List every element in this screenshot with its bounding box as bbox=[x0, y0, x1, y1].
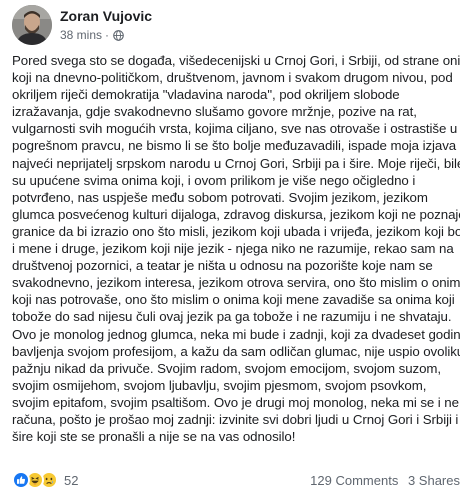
post-text-line: i mene i druge, jezikom koji nije jezik … bbox=[12, 241, 454, 257]
post-text-line: svojim osmijehom, svojom ljubavlju, svoj… bbox=[12, 377, 427, 393]
avatar-photo bbox=[12, 5, 52, 45]
post-stats: 129 Comments 3 Shares bbox=[304, 473, 460, 488]
post-text-line: okriljem riječi demokratija "vladavina n… bbox=[12, 87, 400, 103]
post-text-line: svojim epitafom, svojim psaltišom. Ovo j… bbox=[12, 394, 459, 410]
post-text-line: pogrešnom pravcu, ne bismo li se što bol… bbox=[12, 138, 457, 154]
author-avatar[interactable] bbox=[12, 5, 52, 45]
author-name[interactable]: Zoran Vujovic bbox=[60, 8, 152, 24]
post-text-line: pažnju nikad da privuče. Svojim radom, s… bbox=[12, 360, 442, 376]
post-text-line: izražavanja, gdje svakodnevno slušamo go… bbox=[12, 104, 417, 120]
post-text-line: koji na dnevno-političkom, društvenom, j… bbox=[12, 70, 453, 86]
post-text-line: Ovo je monolog jednog glumca, neka mi bu… bbox=[12, 326, 460, 342]
facebook-post: Zoran Vujovic 38 mins · Pored svega sto … bbox=[0, 0, 468, 493]
post-meta: 38 mins · bbox=[60, 28, 124, 42]
post-text-line: Pored svega sto se događa, višedecenijsk… bbox=[12, 53, 460, 68]
like-icon bbox=[12, 471, 30, 489]
reaction-count: 52 bbox=[64, 472, 79, 488]
shares-link[interactable]: 3 Shares bbox=[408, 473, 460, 488]
post-text-line: računa, pošto je prošao moj zadnji: izvi… bbox=[12, 411, 459, 427]
post-text-line: društvenoj pozornici, a teatar je ništa … bbox=[12, 258, 433, 274]
post-text-line: svakodnevno, jezikom interesa, jezikom o… bbox=[12, 275, 460, 291]
reactions-summary[interactable]: 52 bbox=[12, 471, 78, 489]
post-text-line: potvrđeno, nas uspješe među sobom potrov… bbox=[12, 189, 428, 205]
comments-link[interactable]: 129 Comments bbox=[310, 473, 398, 488]
post-time[interactable]: 38 mins bbox=[60, 28, 102, 42]
post-text-line: bavljenja svojom profesijom, a kažu da s… bbox=[12, 343, 460, 359]
post-text: Pored svega sto se događa, višedecenijsk… bbox=[12, 52, 460, 445]
post-text-line: najveći neprijatelj srpskom narodu u Crn… bbox=[12, 155, 460, 171]
globe-icon[interactable] bbox=[113, 29, 124, 41]
post-text-line: su upućene svima onima koji, i ovom pril… bbox=[12, 172, 416, 188]
post-text-line: granice da bi izrazio ono što misli, jez… bbox=[12, 223, 460, 239]
post-text-line: tobože do sad nijesu čuli ovaj jezik pa … bbox=[12, 309, 452, 325]
post-header: Zoran Vujovic 38 mins · bbox=[12, 5, 452, 45]
post-text-line: glumca posvećenog kulturi dijaloga, zdra… bbox=[12, 206, 460, 222]
post-text-line: šire koji ste se pronašli a nije se na v… bbox=[12, 429, 296, 445]
meta-separator: · bbox=[105, 28, 110, 42]
post-text-line: koji nas potrovaše, ono što mislim o oni… bbox=[12, 292, 455, 308]
post-footer: 52 129 Comments 3 Shares bbox=[12, 471, 460, 491]
post-text-line: vulgarnosti svih mogućih vrsta, kojima c… bbox=[12, 121, 458, 137]
